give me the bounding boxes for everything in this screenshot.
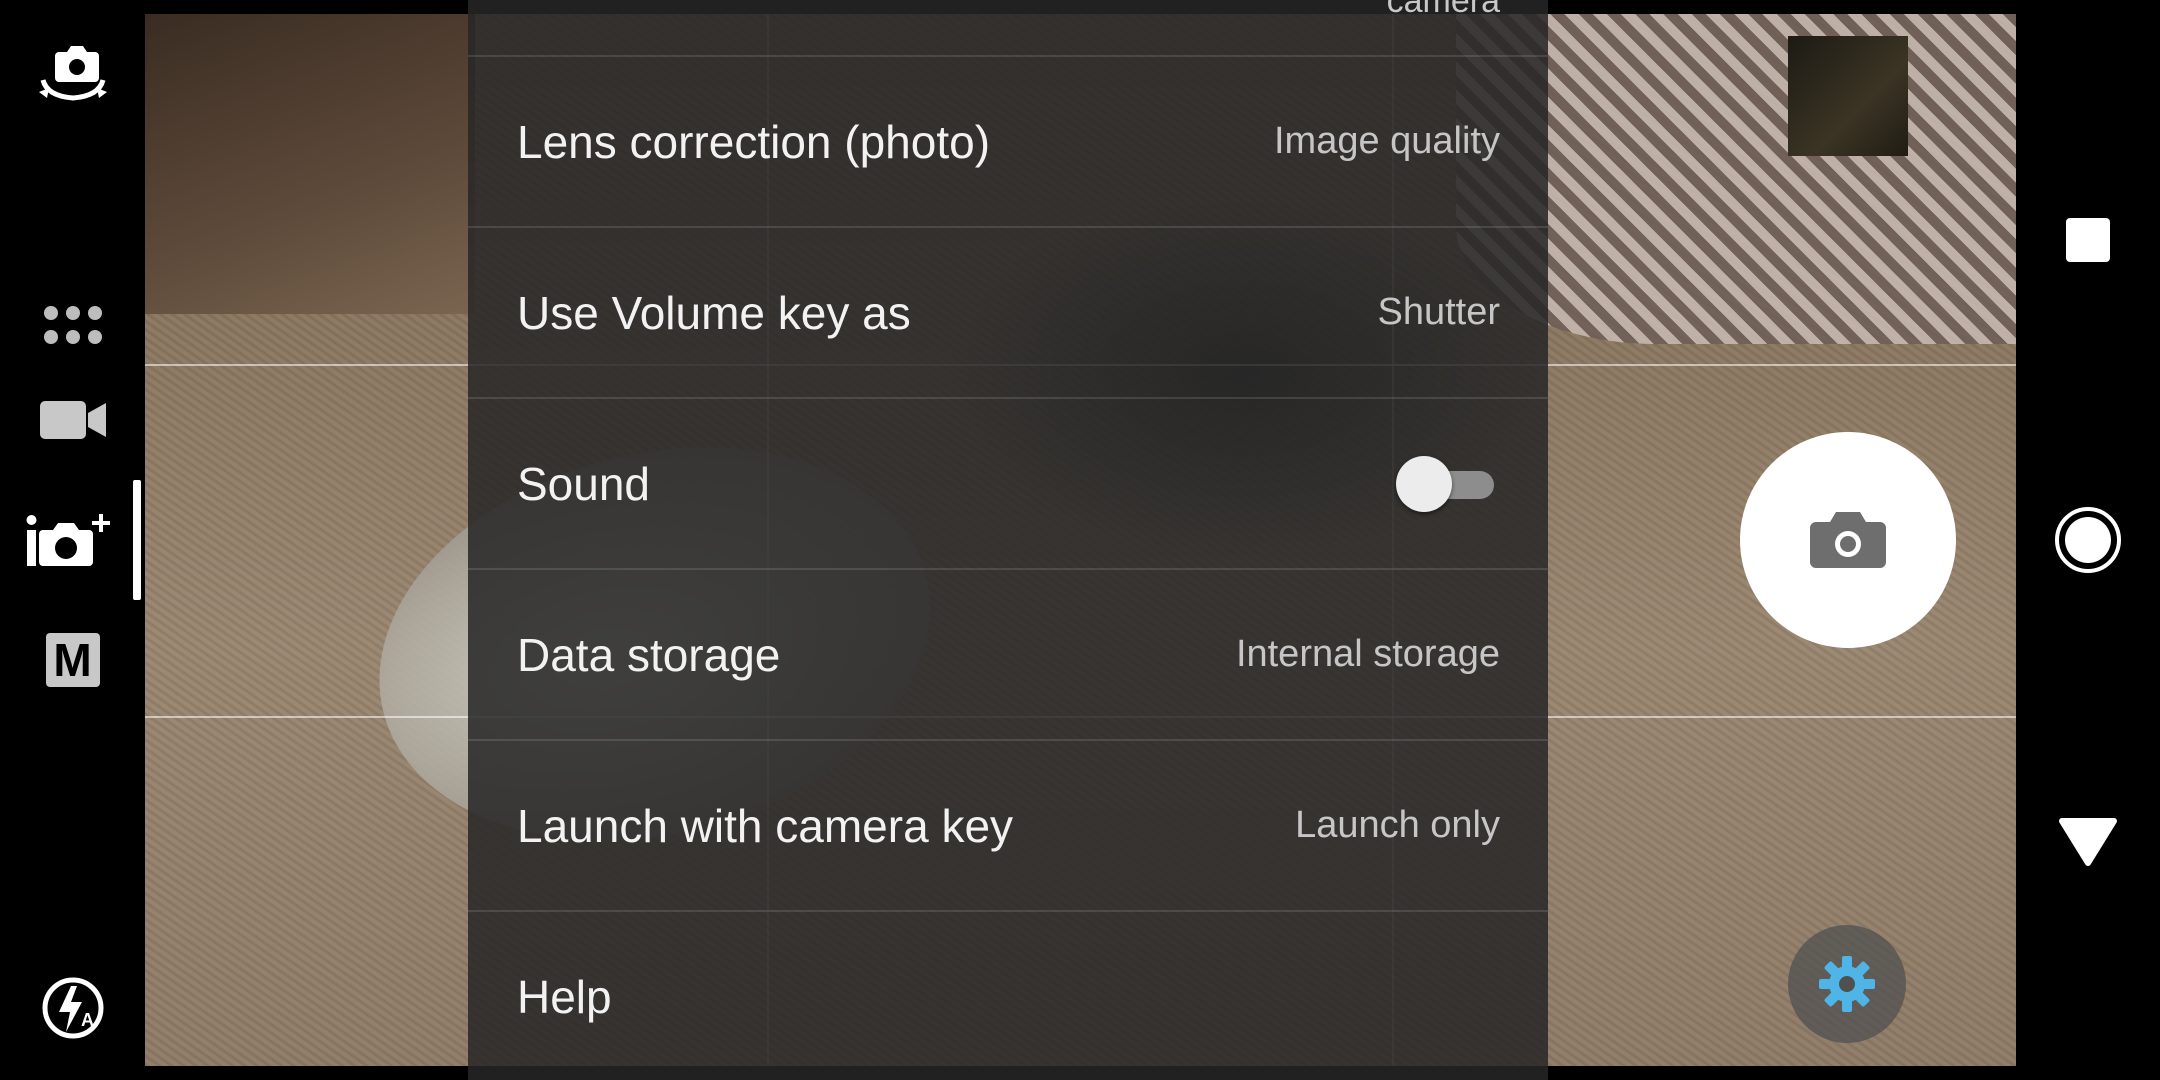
setting-label: Sound: [517, 457, 651, 510]
flash-button[interactable]: A: [0, 970, 145, 1046]
settings-button[interactable]: [1788, 925, 1906, 1043]
setting-data-storage[interactable]: Data storage Internal storage: [468, 568, 1548, 739]
setting-label: Launch with camera key: [517, 799, 1014, 852]
more-modes-icon: [43, 306, 102, 344]
setting-value: Shutter: [1377, 291, 1500, 333]
setting-label: Data storage: [517, 628, 781, 681]
settings-previous-value: camera: [1386, 0, 1500, 20]
setting-label: Use Volume key as: [517, 286, 911, 339]
active-mode-indicator: [133, 480, 141, 600]
home-icon: [2055, 507, 2121, 573]
setting-label: Help: [517, 970, 612, 1023]
video-camera-icon: [39, 401, 106, 439]
settings-menu[interactable]: camera Lens correction (photo) Image qua…: [468, 0, 1548, 1080]
superior-auto-icon: [26, 514, 110, 566]
shutter-button[interactable]: [1740, 432, 1956, 648]
manual-mode-letter: M: [53, 634, 92, 686]
recent-apps-icon: [2066, 218, 2110, 262]
more-modes-button[interactable]: [0, 295, 145, 355]
flash-auto-icon: A: [42, 977, 103, 1039]
svg-text:A: A: [81, 1010, 94, 1030]
shutter-camera-icon: [1810, 512, 1886, 568]
home-button[interactable]: [2016, 500, 2160, 580]
setting-volume-key[interactable]: Use Volume key as Shutter: [468, 226, 1548, 397]
setting-value: Launch only: [1295, 804, 1500, 846]
viewfinder-box-scene: [145, 14, 475, 314]
system-navigation-bar: [2016, 0, 2160, 1080]
back-button[interactable]: [2016, 800, 2160, 880]
settings-gear-icon: [1819, 956, 1875, 1012]
setting-value: Image quality: [1273, 120, 1500, 162]
manual-mode-button[interactable]: M: [0, 630, 145, 690]
setting-launch-camera-key[interactable]: Launch with camera key Launch only: [468, 739, 1548, 910]
manual-mode-icon: M: [45, 633, 100, 687]
switch-camera-button[interactable]: [0, 35, 145, 115]
recent-apps-button[interactable]: [2016, 200, 2160, 280]
switch-camera-icon: [38, 46, 107, 101]
setting-value: Internal storage: [1235, 633, 1500, 675]
superior-auto-mode-button[interactable]: [0, 505, 145, 575]
setting-help[interactable]: Help: [468, 910, 1548, 1080]
toggle-thumb: [1396, 455, 1452, 512]
camera-mode-rail: M A: [0, 0, 145, 1080]
setting-sound[interactable]: Sound: [468, 397, 1548, 568]
back-icon: [2058, 818, 2118, 867]
setting-label: Lens correction (photo): [517, 115, 991, 168]
gallery-thumbnail[interactable]: [1788, 36, 1908, 156]
setting-lens-correction[interactable]: Lens correction (photo) Image quality: [468, 55, 1548, 226]
sound-toggle[interactable]: [1396, 454, 1500, 514]
video-mode-button[interactable]: [0, 395, 145, 445]
